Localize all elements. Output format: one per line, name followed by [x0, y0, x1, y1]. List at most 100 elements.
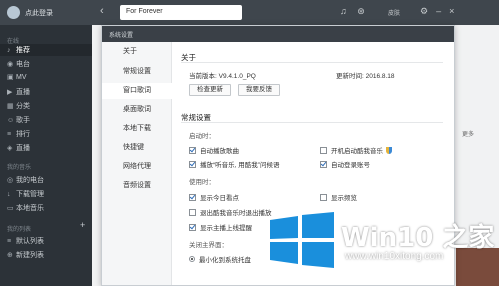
sidebar-item-label: MV [16, 73, 27, 81]
grid-icon: ▦ [7, 103, 14, 110]
settings-nav: 关于 常规设置 窗口歌词 桌面歌词 本地下载 快捷键 网络代理 音频设置 [102, 42, 172, 285]
shield-icon [386, 146, 392, 154]
play-icon: ▶ [7, 89, 13, 96]
feedback-button[interactable]: 我要反馈 [238, 84, 280, 96]
live-icon: ◈ [7, 145, 13, 152]
list-icon: ≡ [7, 130, 12, 138]
list-icon: ≡ [7, 237, 12, 245]
checkbox [189, 223, 196, 231]
sidebar-item-radio[interactable]: ◉ 电台 [7, 59, 30, 69]
settings-nav-hotkeys[interactable]: 快捷键 [102, 140, 172, 156]
greeting-checkbox[interactable]: 播放“听音乐, 用酷我”问候语 [189, 159, 279, 169]
sidebar-section-my-lists: 我的列表 [7, 227, 32, 233]
minimize-icon[interactable]: – [436, 6, 449, 16]
settings-nav-desktop-lyrics[interactable]: 桌面歌词 [102, 102, 172, 118]
exit-stop-checkbox[interactable]: 退出酷我音乐时退出播放 [189, 207, 272, 217]
settings-nav-local-download[interactable]: 本地下载 [102, 121, 172, 137]
more-link[interactable]: 更多 [462, 129, 474, 138]
settings-nav-window-lyrics[interactable]: 窗口歌词 [102, 83, 172, 99]
daily-highlights-checkbox[interactable]: 显示今日看点 [189, 192, 239, 202]
divider [181, 62, 443, 63]
checkbox [189, 160, 196, 168]
checkbox-label: 播放“听音乐, 用酷我”问候语 [200, 162, 280, 169]
sidebar-item-download[interactable]: ↓ 下载管理 [7, 189, 44, 199]
close-main-label: 关闭主界面： [189, 242, 228, 249]
skin-label[interactable]: 皮肤 [388, 8, 400, 17]
login-link[interactable]: 点此登录 [25, 8, 53, 18]
sidebar-item-label: 电台 [16, 61, 30, 68]
sidebar: 在线 ♪ 推荐 ◉ 电台 ▣ MV ▶ 直播 ▦ 分类 ☺ 歌手 ≡ 排行 ◈ 直播 我的音乐 … [0, 25, 92, 286]
sidebar-section-my-music: 我的音乐 [7, 165, 32, 171]
avatar[interactable] [7, 6, 20, 19]
download-icon: ↓ [7, 190, 11, 198]
checkbox [189, 146, 196, 154]
search-value: For Forever [126, 8, 163, 15]
checkbox-label: 自动播放歌曲 [200, 148, 239, 155]
checkbox-label: 退出酷我音乐时退出播放 [200, 210, 272, 217]
radio-icon: ◎ [7, 177, 14, 184]
folder-icon: ▭ [7, 205, 14, 212]
watermark-url: www.win10xitong.com [345, 251, 444, 262]
sidebar-item-default-list[interactable]: ≡ 默认列表 [7, 236, 44, 246]
gear-icon[interactable]: ⚙ [420, 6, 436, 16]
title-bar: 点此登录 ‹ For Forever ♫ ⊛ 皮肤 ⚙–× [0, 0, 499, 25]
sidebar-item-recommend[interactable]: ♪ 推荐 [0, 44, 92, 56]
sidebar-item-label: 下载管理 [16, 191, 44, 198]
watermark-title: Win10 之家 [341, 223, 495, 253]
sidebar-item-live[interactable]: ▶ 直播 [7, 87, 30, 97]
sidebar-item-new-list[interactable]: ⊕ 新建列表 [7, 250, 44, 260]
checkbox-label: 开机启动酷我音乐 [331, 148, 383, 155]
search-input[interactable]: For Forever [120, 5, 242, 20]
add-list-icon[interactable]: + [80, 220, 85, 230]
check-update-button[interactable]: 检查更新 [189, 84, 231, 96]
mv-icon: ▣ [7, 74, 14, 81]
checkbox [189, 193, 196, 201]
radio-icon: ◉ [7, 61, 14, 68]
radio-label: 最小化到系统托盘 [199, 257, 251, 264]
sidebar-item-label: 歌手 [16, 117, 30, 124]
back-icon[interactable]: ‹ [100, 5, 104, 17]
close-icon[interactable]: × [449, 6, 462, 16]
auto-play-checkbox[interactable]: 自动播放歌曲 [189, 145, 239, 155]
checkbox-label: 显示频览 [331, 195, 357, 202]
add-icon: ⊕ [7, 252, 13, 259]
sidebar-item-my-radio[interactable]: ◎ 我的电台 [7, 175, 44, 185]
sidebar-item-label: 我的电台 [16, 177, 44, 184]
minimize-to-tray-radio[interactable]: 最小化到系统托盘 [189, 254, 251, 264]
sidebar-item-label: 排行 [16, 131, 30, 138]
sidebar-item-live-2[interactable]: ◈ 直播 [7, 143, 30, 153]
sidebar-item-local[interactable]: ▭ 本地音乐 [7, 203, 44, 213]
sidebar-item-category[interactable]: ▦ 分类 [7, 101, 30, 111]
sidebar-item-label: 直播 [16, 145, 30, 152]
auto-login-checkbox[interactable]: 自动登录账号 [320, 159, 370, 169]
checkbox [320, 193, 327, 201]
checkbox [320, 146, 327, 154]
windows-logo-icon [270, 212, 334, 268]
autostart-checkbox[interactable]: 开机启动酷我音乐 [320, 145, 392, 155]
sidebar-item-singer[interactable]: ☺ 歌手 [7, 115, 30, 125]
settings-nav-about[interactable]: 关于 [102, 44, 172, 60]
sidebar-item-label: 默认列表 [16, 238, 44, 245]
sidebar-item-mv[interactable]: ▣ MV [7, 73, 27, 82]
window-controls: ⚙–× [420, 6, 462, 17]
settings-nav-general[interactable]: 常规设置 [102, 64, 172, 80]
usage-label: 使用时： [189, 179, 215, 186]
checkbox-label: 显示今日看点 [200, 195, 239, 202]
settings-nav-audio[interactable]: 音频设置 [102, 178, 172, 194]
dialog-title-bar[interactable]: 系统设置 [102, 26, 454, 42]
startup-label: 启动时： [189, 133, 215, 140]
headphones-icon[interactable]: ♫ [340, 6, 347, 16]
checkbox-label: 自动登录账号 [331, 162, 370, 169]
version-text: 当前版本: V9.4.1.0_PQ [189, 73, 256, 80]
sidebar-item-chart[interactable]: ≡ 排行 [7, 129, 30, 139]
anchor-reminder-checkbox[interactable]: 显示主播上线提醒 [189, 222, 252, 232]
sidebar-item-label: 分类 [16, 103, 30, 110]
dialog-title: 系统设置 [109, 33, 134, 39]
sidebar-item-label: 直播 [16, 89, 30, 96]
preview-checkbox[interactable]: 显示频览 [320, 192, 357, 202]
toolbar-icons: ♫ ⊛ [340, 6, 373, 17]
music-note-icon: ♪ [7, 46, 11, 54]
settings-nav-proxy[interactable]: 网络代理 [102, 159, 172, 175]
game-icon[interactable]: ⊛ [357, 6, 365, 16]
divider [181, 122, 443, 123]
